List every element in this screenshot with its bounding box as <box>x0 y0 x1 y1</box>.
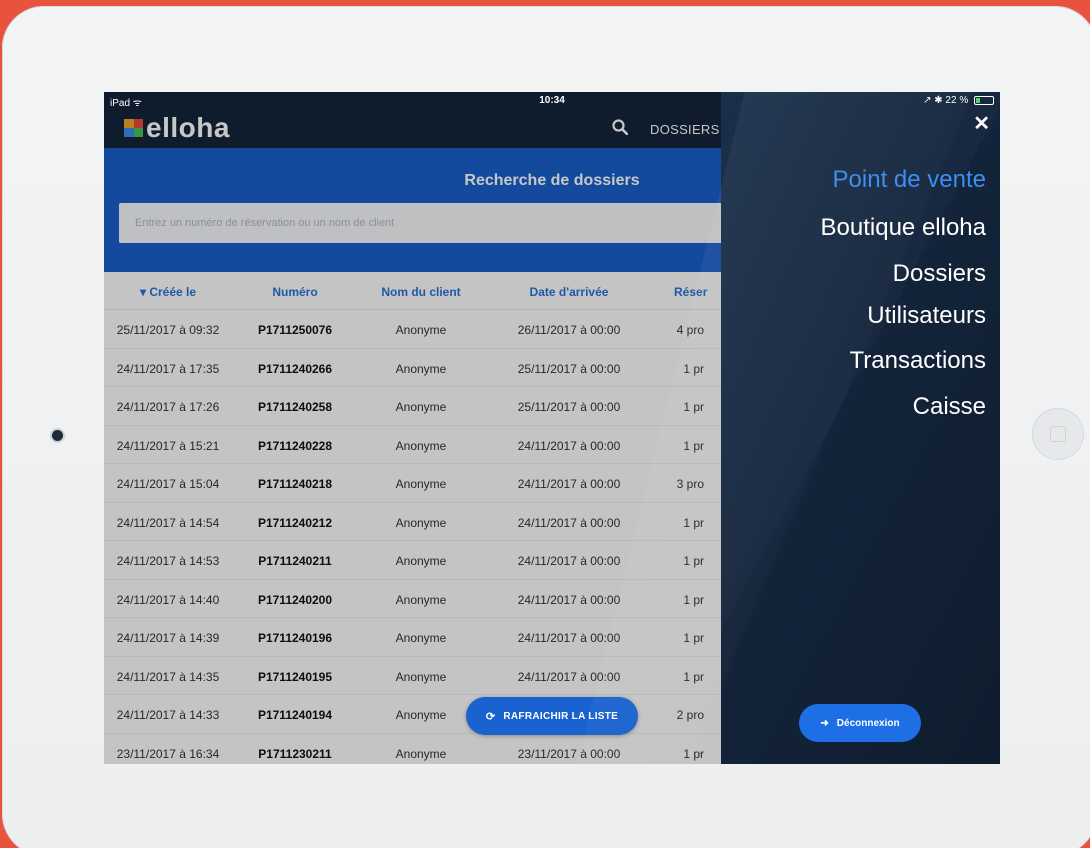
home-button[interactable] <box>1032 408 1084 460</box>
clock: 10:34 <box>539 95 565 106</box>
battery-indicator: ↗ ✱ 22 % <box>923 95 994 106</box>
menu-item-point-de-vente[interactable]: Point de vente <box>833 166 986 194</box>
menu-item-transactions[interactable]: Transactions <box>850 347 987 375</box>
menu-item-dossiers[interactable]: Dossiers <box>893 260 986 288</box>
side-menu: ✕ Point de vente Boutique elloha Dossier… <box>577 92 1000 764</box>
logout-button[interactable]: ➜ Déconnexion <box>799 704 921 742</box>
refresh-list-button[interactable]: ⟳ RAFRAICHIR LA LISTE <box>466 697 638 735</box>
refresh-icon: ⟳ <box>485 710 496 723</box>
close-icon[interactable]: ✕ <box>973 114 990 134</box>
refresh-label: RAFRAICHIR LA LISTE <box>503 710 619 722</box>
menu-item-caisse[interactable]: Caisse <box>913 393 986 421</box>
logout-label: Déconnexion <box>836 717 900 729</box>
camera <box>52 430 63 441</box>
screen: elloha DOSSIERS iPad ᯤ 10:34 ↗ ✱ 22 % Re… <box>104 92 1000 764</box>
battery-icon <box>974 95 994 105</box>
menu-item-utilisateurs[interactable]: Utilisateurs <box>867 302 986 330</box>
menu-item-boutique[interactable]: Boutique elloha <box>821 214 986 242</box>
logout-icon: ➜ <box>820 717 829 729</box>
status-bar: iPad ᯤ 10:34 ↗ ✱ 22 % <box>104 92 1000 110</box>
battery-label: ↗ ✱ 22 % <box>923 95 969 106</box>
